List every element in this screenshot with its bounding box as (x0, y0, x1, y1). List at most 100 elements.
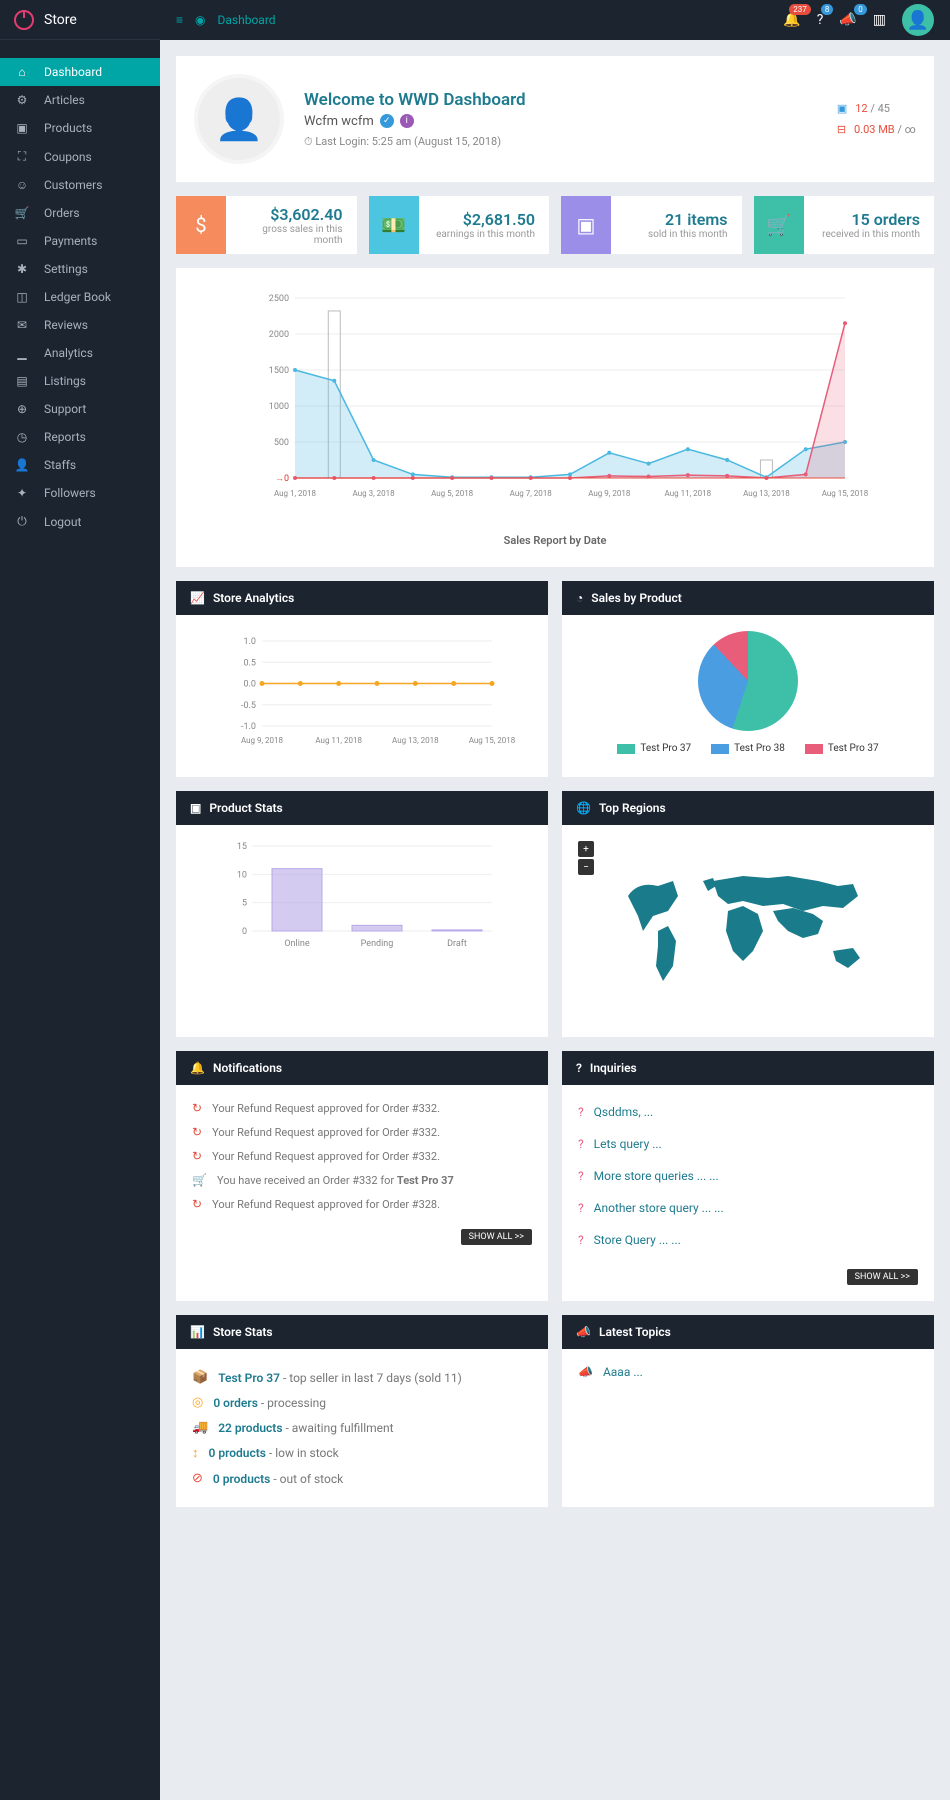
legend-item: Test Pro 37 (805, 743, 879, 754)
staffs-icon: 👤 (14, 458, 30, 472)
svg-text:-0.5: -0.5 (241, 701, 256, 711)
sidebar-item-articles[interactable]: ⚙Articles (0, 86, 160, 114)
hamburger-icon[interactable]: ≡ (176, 13, 183, 27)
svg-text:Aug 13, 2018: Aug 13, 2018 (743, 489, 790, 498)
notification-item[interactable]: ↻Your Refund Request approved for Order … (192, 1197, 532, 1211)
sidebar-item-label: Payments (44, 234, 97, 248)
storage-stat: ⊟ 0.03 MB / ∞ (837, 123, 916, 136)
legend-swatch (805, 744, 823, 754)
sidebar-item-coupons[interactable]: ⛶Coupons (0, 142, 160, 171)
product-stats-chart: 051015OnlinePendingDraft (192, 841, 532, 951)
panel-title: Latest Topics (599, 1325, 671, 1339)
topic-item[interactable]: 📣Aaaa ... (578, 1365, 918, 1379)
sidebar-item-support[interactable]: ⊕Support (0, 395, 160, 423)
disk-icon: ⊟ (837, 123, 846, 136)
sidebar-item-logout[interactable]: ⏻Logout (0, 507, 160, 536)
world-map[interactable]: + − (578, 841, 918, 1021)
question-icon: ? (578, 1169, 584, 1183)
notification-item[interactable]: 🛒You have received an Order #332 for Tes… (192, 1173, 532, 1187)
refund-icon: ↻ (192, 1197, 202, 1211)
kpi-value: 15 orders (816, 210, 921, 229)
sidebar-item-label: Reviews (44, 318, 88, 332)
sidebar-item-label: Analytics (44, 346, 93, 360)
sidebar-item-label: Reports (44, 430, 86, 444)
sidebar-item-listings[interactable]: ▤Listings (0, 367, 160, 395)
svg-text:-1.0: -1.0 (241, 722, 256, 732)
kpi-icon: 💵 (369, 196, 419, 254)
sidebar-item-label: Orders (44, 206, 80, 220)
svg-text:10: 10 (237, 870, 247, 880)
kpi-card-4: 🛒15 ordersreceived in this month (754, 196, 935, 254)
question-icon: ? (578, 1201, 584, 1215)
inquiry-text: Qsddms, ... (594, 1105, 654, 1119)
help-icon[interactable]: ?8 (817, 12, 824, 28)
products-icon: ▣ (14, 121, 30, 135)
followers-icon: ✦ (14, 486, 30, 500)
store-stat-row: ⊘0 products - out of stock (192, 1466, 532, 1491)
store-stats-panel: 📊Store Stats 📦Test Pro 37 - top seller i… (176, 1315, 548, 1507)
sidebar-item-customers[interactable]: ☺Customers (0, 171, 160, 199)
dashboard-icon[interactable]: ◉ (195, 13, 205, 27)
sidebar-item-dashboard[interactable]: ⌂Dashboard (0, 58, 160, 86)
zoom-out-button[interactable]: − (578, 859, 594, 875)
notification-text: Your Refund Request approved for Order #… (212, 1126, 440, 1139)
sidebar-item-ledger-book[interactable]: ◫Ledger Book (0, 283, 160, 311)
store-analytics-panel: 📈Store Analytics -1.0-0.50.00.51.0Aug 9,… (176, 581, 548, 777)
panel-title: Product Stats (209, 801, 282, 815)
notif-badge: 237 (789, 4, 811, 15)
bell-icon[interactable]: 🔔237 (783, 12, 800, 28)
orders-icon: 🛒 (14, 206, 30, 220)
notification-item[interactable]: ↻Your Refund Request approved for Order … (192, 1149, 532, 1163)
svg-text:1.0: 1.0 (244, 637, 257, 647)
svg-text:Aug 7, 2018: Aug 7, 2018 (510, 489, 553, 498)
sidebar-item-settings[interactable]: ✱Settings (0, 255, 160, 283)
sidebar-item-reviews[interactable]: ✉Reviews (0, 311, 160, 339)
sidebar-item-followers[interactable]: ✦Followers (0, 479, 160, 507)
svg-text:5: 5 (242, 899, 247, 909)
sidebar-item-label: Products (44, 121, 92, 135)
topbar: ≡ ◉ Dashboard 🔔237 ?8 📣0 ▥ 👤 (160, 0, 950, 40)
sidebar-item-products[interactable]: ▣ Products (0, 114, 160, 142)
book-icon[interactable]: ▥ (873, 12, 886, 28)
svg-text:Online: Online (284, 939, 310, 949)
inquiry-item[interactable]: ?More store queries ... ... (578, 1165, 918, 1187)
inquiry-item[interactable]: ?Store Query ... ... (578, 1229, 918, 1251)
notification-item[interactable]: ↻Your Refund Request approved for Order … (192, 1125, 532, 1139)
nav: ⌂Dashboard⚙Articles ▣ Products ⛶Coupons☺Cus… (0, 40, 160, 536)
sidebar-item-staffs[interactable]: 👤 Staffs (0, 451, 160, 479)
map-svg (608, 856, 888, 1006)
question-icon: ? (578, 1105, 584, 1119)
sidebar-item-reports[interactable]: ◷ Reports (0, 423, 160, 451)
svg-text:Aug 11, 2018: Aug 11, 2018 (315, 736, 362, 745)
inquiry-item[interactable]: ?Lets query ... (578, 1133, 918, 1155)
notification-item[interactable]: ↻Your Refund Request approved for Order … (192, 1101, 532, 1115)
zoom-in-button[interactable]: + (578, 841, 594, 857)
panel-title: Inquiries (590, 1061, 637, 1075)
sidebar-item-orders[interactable]: 🛒 Orders (0, 199, 160, 227)
kpi-card-3: ▣21 itemssold in this month (561, 196, 742, 254)
globe-icon: 🌐 (576, 801, 591, 815)
show-all-button[interactable]: SHOW ALL >> (847, 1269, 918, 1285)
user-name: Wcfm wcfm ✓ i (304, 114, 817, 129)
sidebar-item-label: Staffs (44, 458, 76, 472)
sidebar-item-payments[interactable]: ▭Payments (0, 227, 160, 255)
inquiry-item[interactable]: ? Qsddms, ... (578, 1101, 918, 1123)
inquiries-panel: ? Inquiries ? Qsddms, ... ?Lets query ... ?M… (562, 1051, 934, 1301)
notification-text: Your Refund Request approved for Order #… (212, 1150, 440, 1163)
svg-text:0: 0 (242, 927, 247, 937)
user-avatar-icon: 👤 (194, 74, 284, 164)
announce-icon[interactable]: 📣0 (839, 12, 856, 28)
kpi-value: $3,602.40 (238, 205, 343, 224)
avatar[interactable]: 👤 (902, 4, 934, 36)
show-all-button[interactable]: SHOW ALL >> (461, 1229, 532, 1245)
latest-topics-panel: 📣Latest Topics 📣Aaaa ... (562, 1315, 934, 1507)
cubes-icon: ▣ (190, 801, 201, 815)
svg-text:Draft: Draft (447, 939, 467, 949)
logout-icon: ⏻ (14, 514, 30, 529)
reports-icon: ◷ (14, 430, 30, 444)
inquiry-item[interactable]: ?Another store query ... ... (578, 1197, 918, 1219)
sidebar-item-analytics[interactable]: ▁Analytics (0, 339, 160, 367)
kpi-card-2: 💵$2,681.50earnings in this month (369, 196, 550, 254)
pie-icon: ◔ (576, 591, 583, 605)
breadcrumb[interactable]: Dashboard (218, 13, 276, 27)
